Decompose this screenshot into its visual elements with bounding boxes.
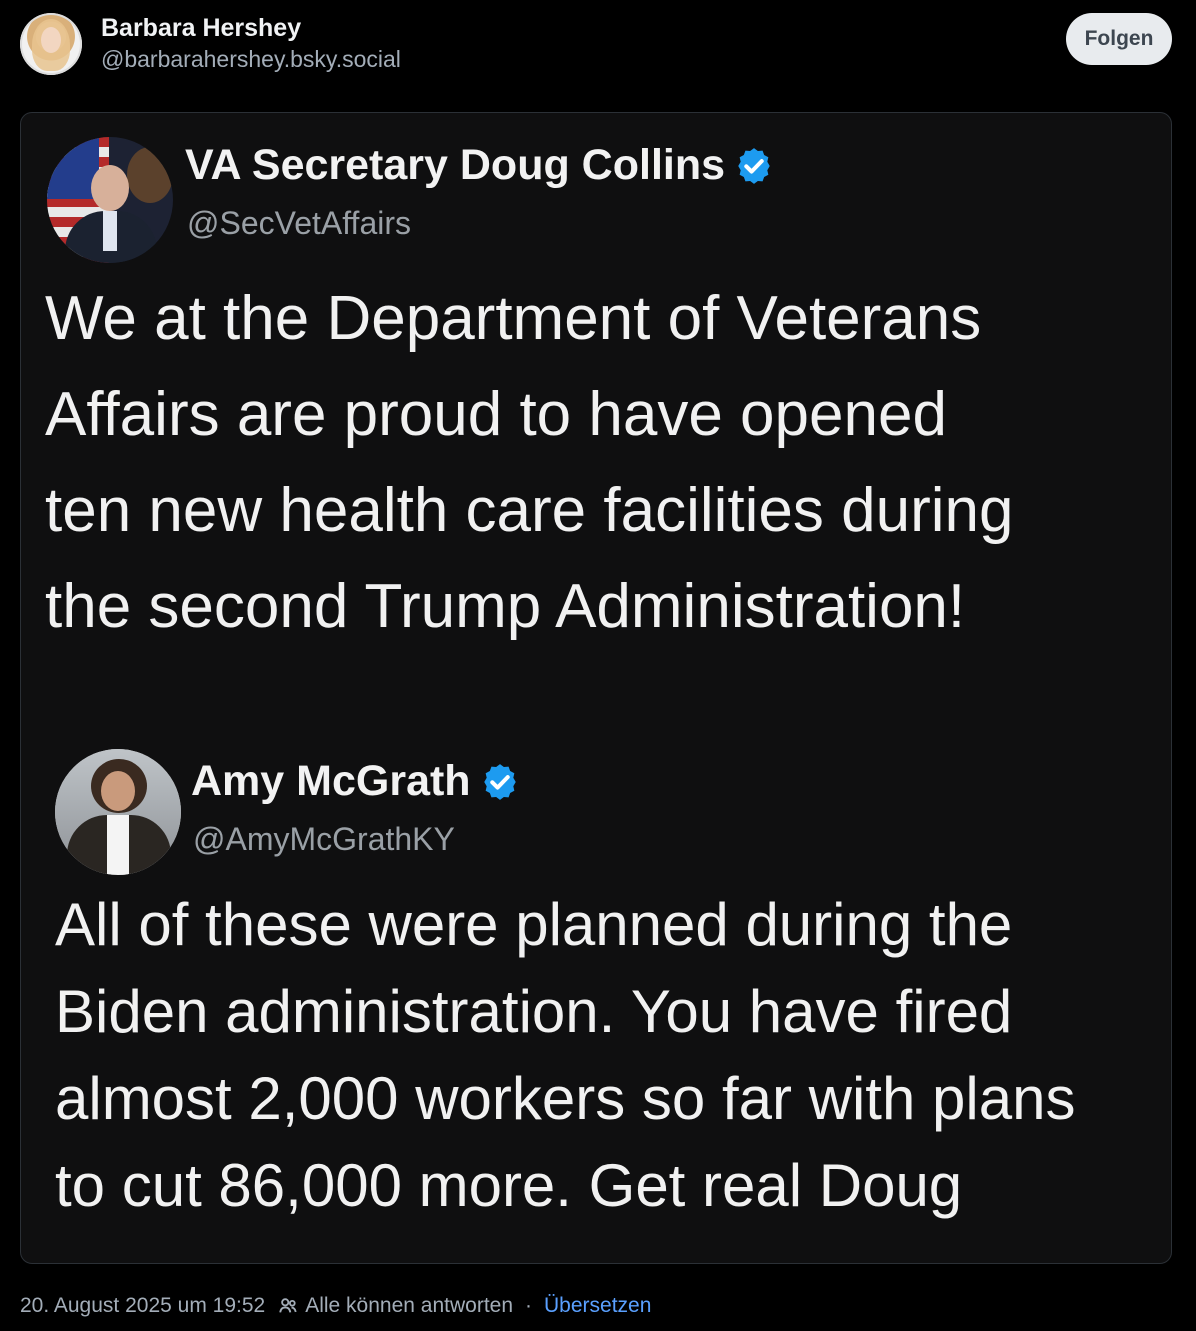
embedded-screenshot-image[interactable]: VA Secretary Doug Collins @SecVetAffairs… [20,112,1172,1264]
verified-check-icon [738,147,770,184]
people-icon [279,1298,297,1313]
post-timestamp[interactable]: 20. August 2025 um 19:52 [20,1294,265,1318]
post-header: Barbara Hershey @barbarahershey.bsky.soc… [0,0,1196,100]
face [101,771,135,811]
follow-button[interactable]: Folgen [1066,13,1172,65]
tweet1-author-handle: @SecVetAffairs [187,205,411,241]
amy-mcgrath-avatar [55,749,181,875]
author-handle[interactable]: @barbarahershey.bsky.social [101,46,401,73]
tweet2-author-handle: @AmyMcGrathKY [193,821,455,857]
author-avatar[interactable] [20,13,82,75]
department-seal [127,147,173,203]
metadata-separator: · [525,1294,533,1317]
tweet1-body-text: We at the Department of Veterans Affairs… [45,284,1014,641]
post-metadata: 20. August 2025 um 19:52 Alle können ant… [20,1290,651,1322]
reply-setting: Alle können antworten [305,1294,514,1317]
avatar-face [41,27,61,53]
tweet2-author-name: Amy McGrath [191,757,471,805]
tweet2-author-row: Amy McGrath [191,757,521,806]
tweet1-author-name: VA Secretary Doug Collins [185,141,726,189]
tweet2-body-text: All of these were planned during the Bid… [55,891,1076,1219]
verified-check-icon [483,763,516,800]
shirt [103,211,117,251]
doug-collins-avatar [47,137,173,263]
head [91,165,129,211]
tweet1-author-row: VA Secretary Doug Collins [185,141,775,190]
translate-link[interactable]: Übersetzen [544,1294,651,1318]
shirt [107,815,129,875]
author-name[interactable]: Barbara Hershey [101,14,301,43]
